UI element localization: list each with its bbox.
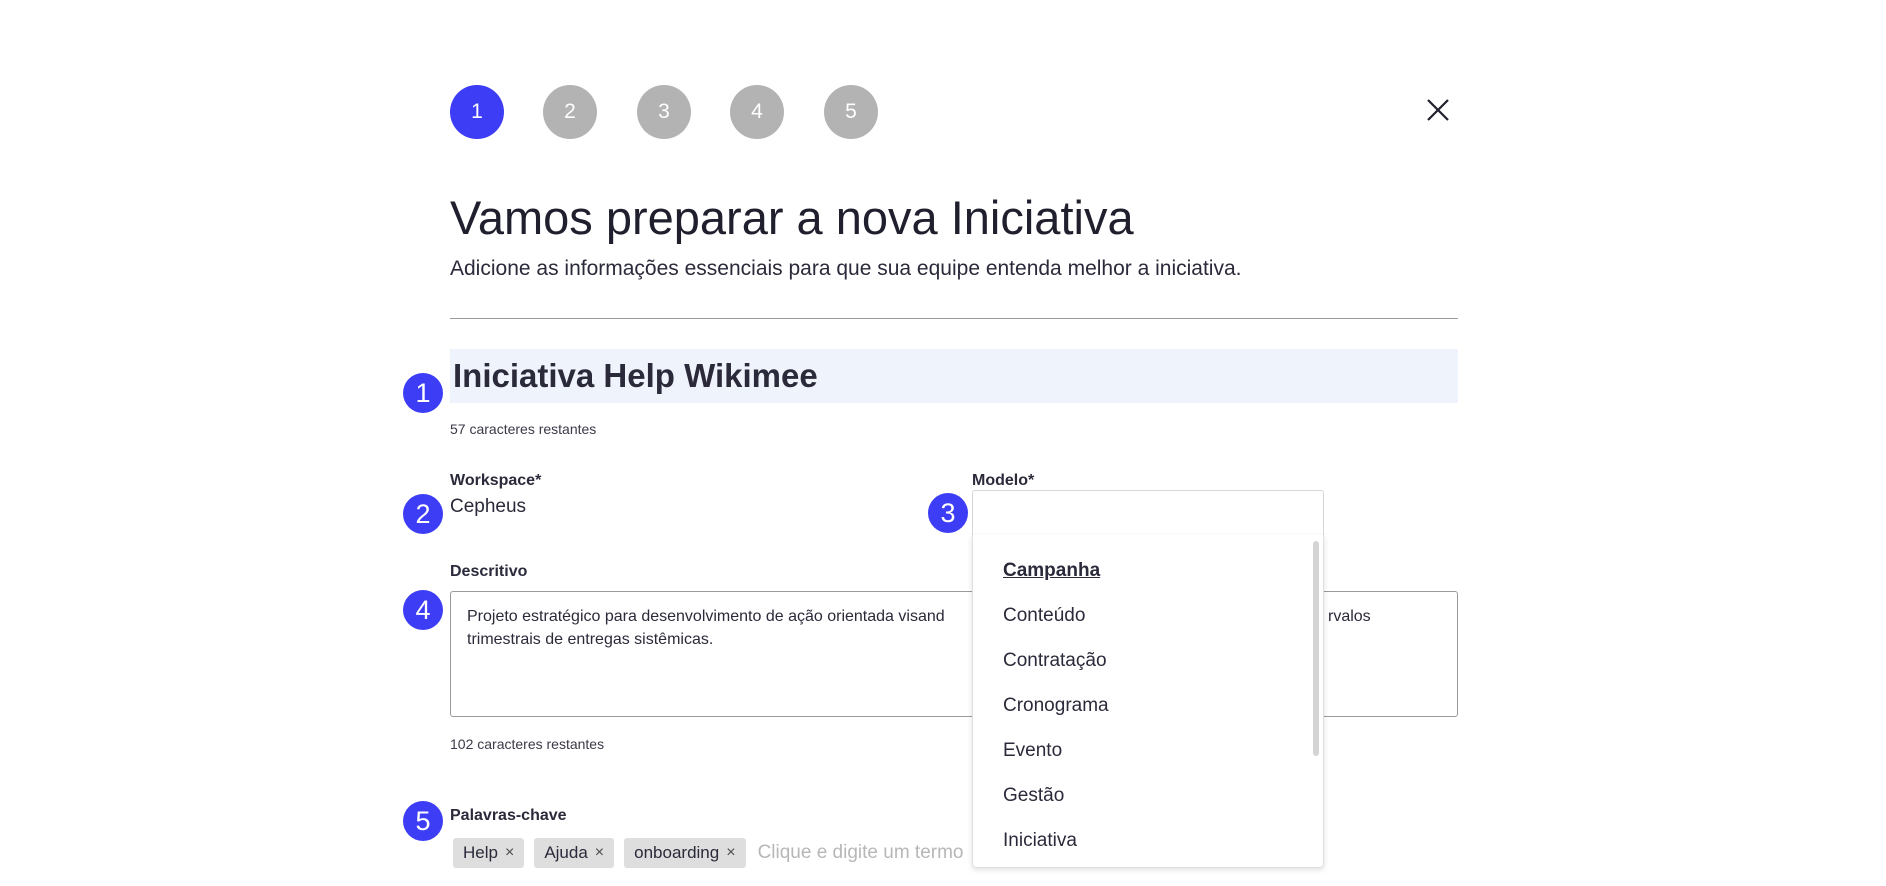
annotation-badge-3: 3	[928, 493, 968, 533]
modelo-select[interactable]	[972, 490, 1324, 535]
option-iniciativa[interactable]: Iniciativa	[1003, 830, 1077, 852]
modelo-label: Modelo*	[972, 472, 1035, 489]
workspace-value[interactable]: Cepheus	[450, 496, 526, 518]
page-title: Vamos preparar a nova Iniciativa	[450, 191, 1134, 244]
option-contratacao[interactable]: Contratação	[1003, 650, 1107, 672]
description-line-1: Projeto estratégico para desenvolvimento…	[467, 608, 945, 625]
option-evento[interactable]: Evento	[1003, 740, 1062, 762]
name-chars-remaining: 57 caracteres restantes	[450, 421, 597, 437]
keywords-input[interactable]: Help × Ajuda × onboarding × Clique e dig…	[453, 838, 964, 868]
keyword-tag: Ajuda ×	[534, 838, 615, 868]
divider	[450, 318, 1458, 319]
page-subtitle: Adicione as informações essenciais para …	[450, 257, 1242, 280]
step-4[interactable]: 4	[730, 85, 784, 139]
workspace-label: Workspace*	[450, 472, 542, 489]
step-5[interactable]: 5	[824, 85, 878, 139]
option-cronograma[interactable]: Cronograma	[1003, 695, 1109, 717]
description-chars-remaining: 102 caracteres restantes	[450, 736, 605, 752]
annotation-badge-4: 4	[403, 590, 443, 630]
keyword-tag: Help ×	[453, 838, 525, 868]
dropdown-scrollbar[interactable]	[1313, 541, 1319, 756]
remove-tag-icon[interactable]: ×	[595, 844, 604, 862]
option-conteudo[interactable]: Conteúdo	[1003, 605, 1085, 627]
annotation-badge-1: 1	[403, 373, 443, 413]
keywords-label: Palavras-chave	[450, 807, 567, 824]
annotation-badge-5: 5	[403, 801, 443, 841]
description-label: Descritivo	[450, 563, 528, 580]
initiative-name-input[interactable]: Iniciativa Help Wikimee	[450, 349, 1458, 403]
annotation-badge-2: 2	[403, 494, 443, 534]
option-gestao[interactable]: Gestão	[1003, 785, 1064, 807]
close-button[interactable]	[1424, 96, 1452, 124]
step-3[interactable]: 3	[637, 85, 691, 139]
keyword-text-input[interactable]: Clique e digite um termo	[758, 842, 964, 864]
remove-tag-icon[interactable]: ×	[505, 844, 514, 862]
remove-tag-icon[interactable]: ×	[726, 844, 735, 862]
modelo-dropdown-menu: Campanha Conteúdo Contratação Cronograma…	[972, 535, 1324, 868]
step-1[interactable]: 1	[450, 85, 504, 139]
close-icon	[1427, 99, 1449, 121]
description-line-1-tail: rvalos	[1328, 608, 1371, 625]
keyword-tag: onboarding ×	[624, 838, 746, 868]
option-campanha[interactable]: Campanha	[1003, 560, 1100, 582]
step-2[interactable]: 2	[543, 85, 597, 139]
